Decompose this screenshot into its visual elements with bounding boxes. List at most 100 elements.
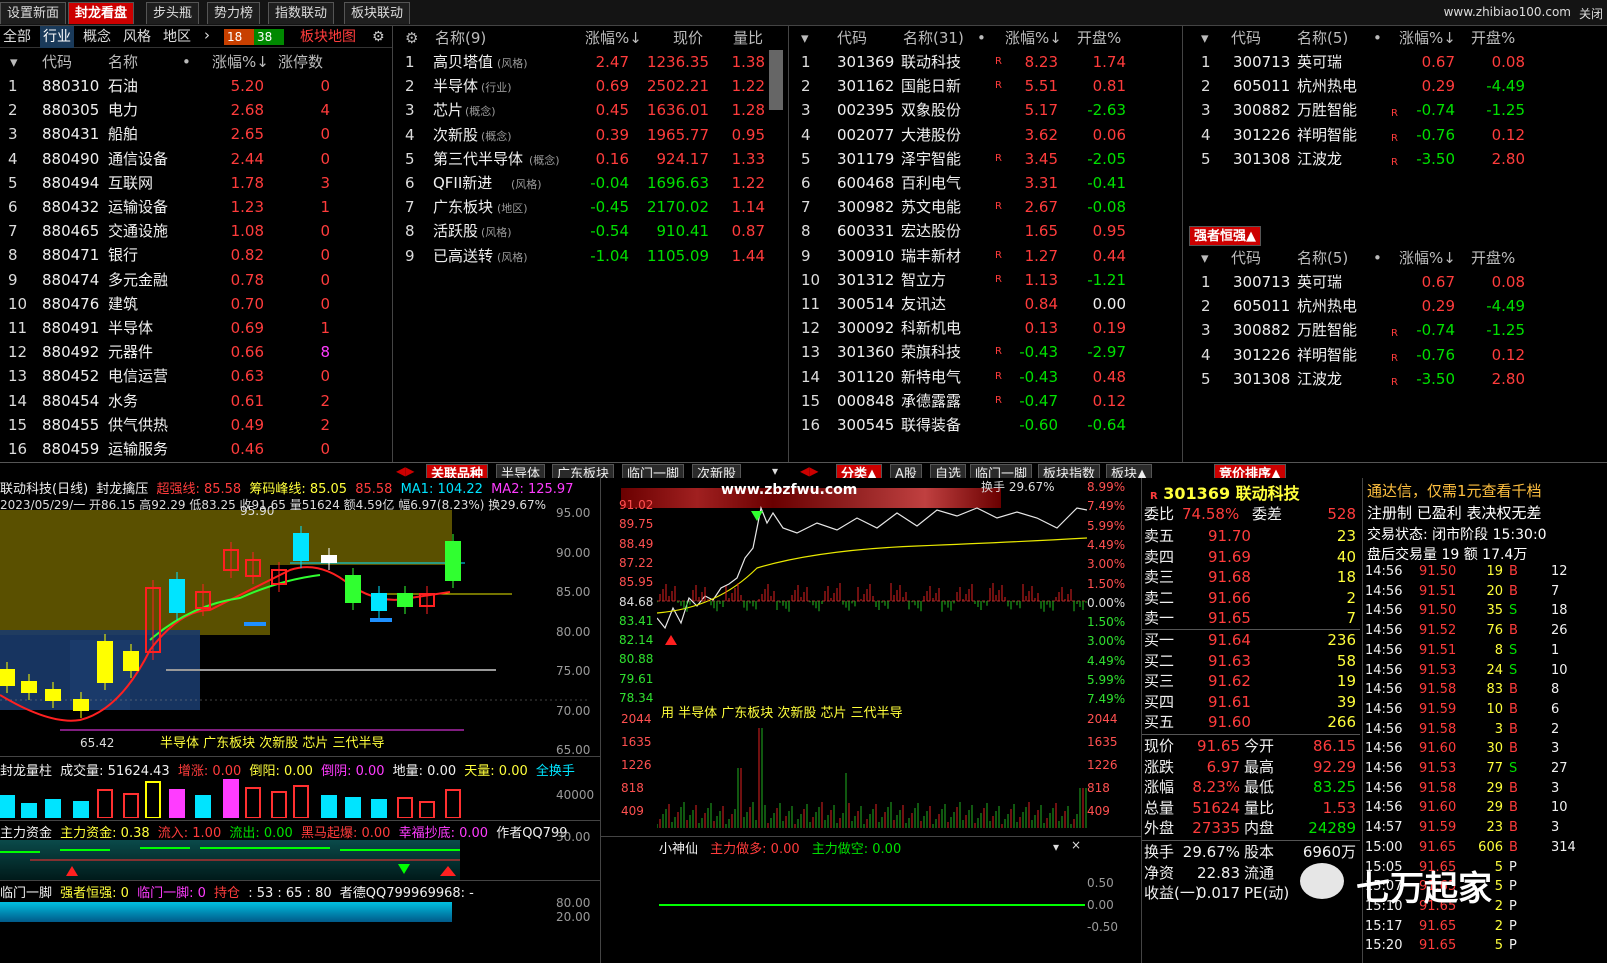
- table-row[interactable]: 9 880474 多元金融 0.78 0: [0, 268, 392, 292]
- top-tab-5[interactable]: 板块联动: [344, 2, 411, 24]
- table-row[interactable]: 2 880305 电力 2.68 4: [0, 98, 392, 122]
- top-tab-1[interactable]: 封龙看盘: [68, 2, 135, 24]
- collapse-icon[interactable]: ▾: [10, 50, 18, 74]
- p4-header-2[interactable]: •: [1373, 246, 1382, 270]
- p1-header-1[interactable]: 名称: [108, 50, 138, 74]
- top-tab-0[interactable]: 设置新面: [0, 2, 67, 24]
- table-row[interactable]: 2 605011 杭州热电 0.29 -4.49: [1183, 294, 1607, 318]
- gear-icon[interactable]: ⚙: [372, 26, 385, 48]
- p2-header-1[interactable]: 涨幅%↓: [585, 26, 642, 50]
- table-row[interactable]: 5 880494 互联网 1.78 3: [0, 171, 392, 195]
- table-row[interactable]: 16 300545 联得装备 -0.60 -0.64: [789, 413, 1182, 437]
- table-row[interactable]: 7 300982 苏文电能 R 2.67 -0.08: [789, 195, 1182, 219]
- p4-header-1[interactable]: 名称(5): [1297, 246, 1348, 270]
- table-row[interactable]: 1 301369 联动科技 R 8.23 1.74: [789, 50, 1182, 74]
- p2-header-2[interactable]: 现价: [673, 26, 703, 50]
- table-row[interactable]: 8 600331 宏达股份 1.65 0.95: [789, 219, 1182, 243]
- table-row[interactable]: 14 301120 新特电气 R -0.43 0.48: [789, 365, 1182, 389]
- p3-header-2[interactable]: •: [977, 26, 986, 50]
- table-row[interactable]: 3 880431 船舶 2.65 0: [0, 122, 392, 146]
- p4-header-3[interactable]: 涨幅%↓: [1399, 246, 1456, 270]
- p4-header-2[interactable]: •: [1373, 26, 1382, 50]
- arrow-left-icon[interactable]: ◀▶: [396, 464, 414, 478]
- table-row[interactable]: 4 301226 祥明智能 R -0.76 0.12: [1183, 343, 1607, 367]
- table-row[interactable]: 16 880459 运输服务 0.46 0: [0, 437, 392, 461]
- top-tab-3[interactable]: 势力榜: [207, 2, 261, 24]
- table-row[interactable]: 3 300882 万胜智能 R -0.74 -1.25: [1183, 98, 1607, 122]
- kline-chart[interactable]: [0, 510, 600, 760]
- p4-header-1[interactable]: 名称(5): [1297, 26, 1348, 50]
- table-row[interactable]: 1 880310 石油 5.20 0: [0, 74, 392, 98]
- table-row[interactable]: 3 芯片 (概念) 0.45 1636.01 1.28: [393, 98, 769, 122]
- table-row[interactable]: 1 300713 英可瑞 0.67 0.08: [1183, 50, 1607, 74]
- p1-header-3[interactable]: 涨幅%↓: [212, 50, 269, 74]
- lmyj-panel-title[interactable]: 临门一脚: [0, 886, 52, 901]
- top-tab-2[interactable]: 步头瓶: [146, 2, 200, 24]
- tab-strong-stocks[interactable]: 强者恒强▲: [1189, 226, 1261, 246]
- table-row[interactable]: 4 880490 通信设备 2.44 0: [0, 147, 392, 171]
- xsx-title[interactable]: 小神仙: [659, 842, 698, 857]
- table-row[interactable]: 4 次新股 (概念) 0.39 1965.77 0.95: [393, 123, 769, 147]
- table-row[interactable]: 10 880476 建筑 0.70 0: [0, 292, 392, 316]
- indicator-name[interactable]: 封龙擒压: [96, 482, 148, 497]
- p3-header-4[interactable]: 开盘%: [1077, 26, 1121, 50]
- money-panel-title[interactable]: 主力资金: [0, 826, 52, 841]
- table-row[interactable]: 2 半导体 (行业) 0.69 2502.21 1.22: [393, 74, 769, 98]
- ask-level[interactable]: 卖二 91.66 2: [1142, 588, 1360, 609]
- chevron-right-icon[interactable]: ›: [204, 26, 210, 44]
- sector-map-button[interactable]: 板块地图: [300, 26, 356, 48]
- bid-level[interactable]: 买一 91.64 236: [1142, 630, 1360, 651]
- top-tab-4[interactable]: 指数联动: [268, 2, 335, 24]
- table-row[interactable]: 6 QFII新进 (风格) -0.04 1696.63 1.22: [393, 171, 769, 195]
- table-row[interactable]: 5 301308 江波龙 R -3.50 2.80: [1183, 367, 1607, 391]
- ask-level[interactable]: 卖五 91.70 23: [1142, 526, 1360, 547]
- table-row[interactable]: 4 002077 大港股份 3.62 0.06: [789, 123, 1182, 147]
- table-row[interactable]: 7 广东板块 (地区) -0.45 2170.02 1.14: [393, 195, 769, 219]
- bid-level[interactable]: 买四 91.61 39: [1142, 692, 1360, 713]
- table-row[interactable]: 13 880452 电信运营 0.63 0: [0, 364, 392, 388]
- p3-header-3[interactable]: 涨幅%↓: [1005, 26, 1062, 50]
- scrollbar[interactable]: [769, 50, 783, 110]
- p4-header-3[interactable]: 涨幅%↓: [1399, 26, 1456, 50]
- p1-header-4[interactable]: 涨停数: [278, 50, 323, 74]
- table-row[interactable]: 12 300092 科新机电 0.13 0.19: [789, 316, 1182, 340]
- table-row[interactable]: 9 已高送转 (风格) -1.04 1105.09 1.44: [393, 244, 769, 268]
- subtab-0[interactable]: 全部: [0, 26, 34, 48]
- p4-header-4[interactable]: 开盘%: [1471, 26, 1515, 50]
- bid-level[interactable]: 买二 91.63 58: [1142, 651, 1360, 672]
- bid-level[interactable]: 买三 91.62 19: [1142, 671, 1360, 692]
- table-row[interactable]: 9 300910 瑞丰新材 R 1.27 0.44: [789, 244, 1182, 268]
- vol-panel-title[interactable]: 封龙量柱: [0, 764, 52, 779]
- collapse-icon[interactable]: ▾: [1201, 246, 1209, 270]
- table-row[interactable]: 1 高贝塔值 (风格) 2.47 1236.35 1.38: [393, 50, 769, 74]
- table-row[interactable]: 15 000848 承德露露 R -0.47 0.12: [789, 389, 1182, 413]
- table-row[interactable]: 5 301179 泽宇智能 R 3.45 -2.05: [789, 147, 1182, 171]
- table-row[interactable]: 8 活跃股 (风格) -0.54 910.41 0.87: [393, 219, 769, 243]
- close-icon[interactable]: ×: [1071, 838, 1081, 852]
- p4-header-4[interactable]: 开盘%: [1471, 246, 1515, 270]
- table-row[interactable]: 5 301308 江波龙 R -3.50 2.80: [1183, 147, 1607, 171]
- table-row[interactable]: 12 880492 元器件 0.66 8: [0, 340, 392, 364]
- ask-level[interactable]: 卖三 91.68 18: [1142, 567, 1360, 588]
- table-row[interactable]: 3 002395 双象股份 5.17 -2.63: [789, 98, 1182, 122]
- table-row[interactable]: 4 301226 祥明智能 R -0.76 0.12: [1183, 123, 1607, 147]
- bid-level[interactable]: 买五 91.60 266: [1142, 712, 1360, 733]
- p3-header-1[interactable]: 名称(31): [903, 26, 964, 50]
- arrow-left-icon[interactable]: ◀▶: [800, 464, 818, 478]
- gear-icon[interactable]: ⚙: [405, 26, 418, 50]
- table-row[interactable]: 3 300882 万胜智能 R -0.74 -1.25: [1183, 318, 1607, 342]
- intraday-price-chart[interactable]: [657, 488, 1087, 718]
- p2-header-3[interactable]: 量比: [733, 26, 763, 50]
- table-row[interactable]: 15 880455 供气供热 0.49 2: [0, 413, 392, 437]
- table-row[interactable]: 11 880491 半导体 0.69 1: [0, 316, 392, 340]
- p2-header-0[interactable]: 名称(9): [435, 26, 486, 50]
- table-row[interactable]: 11 300514 友讯达 0.84 0.00: [789, 292, 1182, 316]
- p4-header-0[interactable]: 代码: [1231, 26, 1261, 50]
- collapse-icon[interactable]: ▾: [1201, 26, 1209, 50]
- p3-header-0[interactable]: 代码: [837, 26, 867, 50]
- ask-level[interactable]: 卖四 91.69 40: [1142, 547, 1360, 568]
- table-row[interactable]: 5 第三代半导体 (概念) 0.16 924.17 1.33: [393, 147, 769, 171]
- table-row[interactable]: 2 301162 国能日新 R 5.51 0.81: [789, 74, 1182, 98]
- table-row[interactable]: 10 301312 智立方 R 1.13 -1.21: [789, 268, 1182, 292]
- p1-header-2[interactable]: •: [182, 50, 191, 74]
